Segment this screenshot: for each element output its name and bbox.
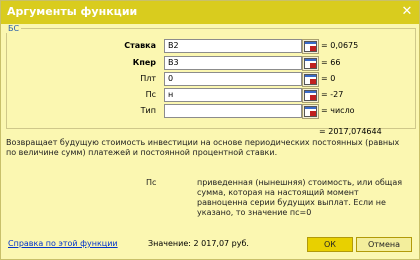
cancel-button[interactable]: Отмена xyxy=(356,237,412,252)
function-description: Возвращает будущую стоимость инвестиции … xyxy=(6,138,400,157)
formula-result: = 2017,074644 xyxy=(319,127,382,136)
formula-value-label: Значение: xyxy=(148,239,191,248)
argument-input-type[interactable] xyxy=(164,104,302,118)
param-description: приведенная (нынешняя) стоимость, или об… xyxy=(197,178,403,217)
title-bar[interactable]: Аргументы функции ✕ xyxy=(1,1,419,24)
collapse-dialog-icon[interactable] xyxy=(302,88,319,103)
argument-label-pv: Пс xyxy=(145,90,156,99)
collapse-dialog-icon[interactable] xyxy=(302,39,319,54)
argument-label-pmt: Плт xyxy=(140,74,156,83)
help-link[interactable]: Справка по этой функции xyxy=(8,239,118,248)
argument-label-type: Тип xyxy=(140,106,156,115)
close-icon[interactable]: ✕ xyxy=(399,4,415,20)
collapse-dialog-icon[interactable] xyxy=(302,56,319,71)
argument-value-nper: = 66 xyxy=(321,58,341,67)
function-arguments-dialog: Аргументы функции ✕ БС Ставка B2 = 0,067… xyxy=(0,0,420,260)
collapse-dialog-icon[interactable] xyxy=(302,104,319,119)
argument-value-rate: = 0,0675 xyxy=(321,41,359,50)
argument-input-pv[interactable]: н xyxy=(164,88,302,102)
function-name: БС xyxy=(6,24,22,33)
argument-label-rate: Ставка xyxy=(124,41,156,50)
argument-input-rate[interactable]: B2 xyxy=(164,39,302,53)
argument-value-type: = число xyxy=(321,106,355,115)
argument-label-nper: Кпер xyxy=(132,58,156,67)
argument-input-pmt[interactable]: 0 xyxy=(164,72,302,86)
argument-value-pv: = -27 xyxy=(321,90,344,99)
param-description-label: Пс xyxy=(146,178,157,187)
dialog-title: Аргументы функции xyxy=(7,5,138,18)
argument-input-nper[interactable]: B3 xyxy=(164,56,302,70)
collapse-dialog-icon[interactable] xyxy=(302,72,319,87)
formula-value: Значение: 2 017,07 руб. xyxy=(148,239,249,248)
argument-value-pmt: = 0 xyxy=(321,74,336,83)
formula-value-text: 2 017,07 руб. xyxy=(193,239,249,248)
ok-button[interactable]: ОК xyxy=(307,237,353,252)
